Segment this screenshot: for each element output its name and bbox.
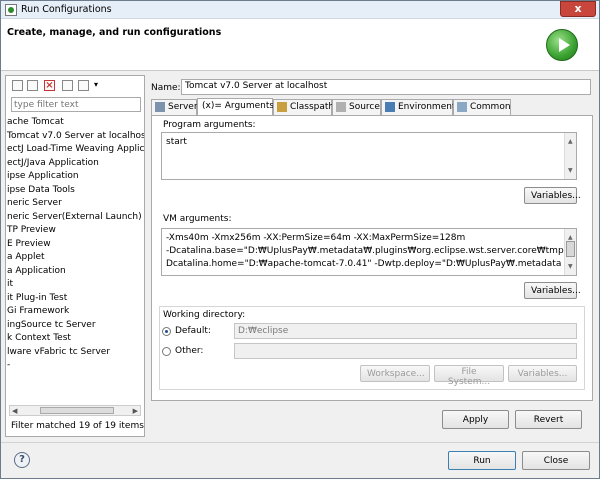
- tree-item[interactable]: ectJ/Java Application: [6, 157, 144, 171]
- file-system-button[interactable]: File System...: [434, 365, 504, 387]
- run-icon: [546, 29, 578, 61]
- run-configurations-window: Run Configurations x Create, manage, and…: [0, 0, 600, 479]
- delete-config-icon[interactable]: ×: [44, 80, 55, 91]
- tree-item[interactable]: ingSource tc Server: [6, 319, 144, 333]
- tab-environment[interactable]: Environment: [381, 99, 455, 115]
- other-directory-field[interactable]: [234, 343, 577, 359]
- tree-item[interactable]: neric Server: [6, 197, 144, 211]
- tree-item[interactable]: k Context Test: [6, 332, 144, 346]
- other-label: Other:: [175, 346, 204, 356]
- variables-dir-button[interactable]: Variables...: [508, 365, 577, 382]
- apply-button[interactable]: Apply: [442, 410, 509, 429]
- tab-common[interactable]: Common: [453, 99, 511, 115]
- tree-item[interactable]: Tomcat v7.0 Server at localhost: [6, 129, 144, 143]
- tree-item[interactable]: ache Tomcat: [6, 116, 144, 130]
- run-button[interactable]: Run: [448, 451, 516, 470]
- other-radio[interactable]: [162, 347, 171, 356]
- vm-args-variables-button[interactable]: Variables...: [524, 282, 581, 299]
- footer-separator: [1, 442, 599, 443]
- server-icon: [155, 102, 165, 112]
- scroll-thumb[interactable]: [566, 241, 575, 257]
- workspace-button[interactable]: Workspace...: [360, 365, 430, 382]
- tree-item[interactable]: a Application: [6, 265, 144, 279]
- revert-button[interactable]: Revert: [515, 410, 582, 429]
- tab-server[interactable]: Server: [151, 99, 198, 115]
- dialog-header: Create, manage, and run configurations: [1, 19, 599, 71]
- tree-item[interactable]: Gi Framework: [6, 305, 144, 319]
- collapse-all-icon[interactable]: [62, 80, 73, 91]
- filter-status: Filter matched 19 of 19 items: [11, 421, 144, 431]
- vm-arguments-textarea[interactable]: -Xms40m -Xmx256m -XX:PermSize=64m -XX:Ma…: [161, 228, 577, 276]
- tree-item[interactable]: -: [6, 359, 144, 373]
- tree-item[interactable]: E Preview: [6, 238, 144, 252]
- eclipse-app-icon: [5, 4, 17, 16]
- tree-item[interactable]: ectJ Load-Time Weaving Applic: [6, 143, 144, 157]
- vm-args-scrollbar[interactable]: ▲ ▼: [564, 229, 576, 275]
- default-radio[interactable]: [162, 327, 171, 336]
- scroll-up-icon[interactable]: ▲: [568, 135, 573, 148]
- scroll-right-icon[interactable]: ▶: [133, 407, 138, 415]
- duplicate-config-icon[interactable]: [27, 80, 38, 91]
- default-label: Default:: [175, 326, 211, 336]
- new-config-icon[interactable]: [12, 80, 23, 91]
- environment-icon: [385, 102, 395, 112]
- scroll-thumb[interactable]: [40, 407, 114, 414]
- tab-classpath[interactable]: Classpath: [273, 99, 334, 115]
- program-arguments-textarea[interactable]: start ▲ ▼: [161, 132, 577, 180]
- title-bar: Run Configurations x: [1, 1, 599, 19]
- vm-arguments-label: VM arguments:: [163, 214, 232, 224]
- name-field[interactable]: Tomcat v7.0 Server at localhost: [181, 79, 591, 95]
- tree-item[interactable]: a Applet: [6, 251, 144, 265]
- common-icon: [457, 102, 467, 112]
- program-args-scrollbar[interactable]: ▲ ▼: [564, 133, 576, 179]
- filter-config-icon[interactable]: [78, 80, 89, 91]
- program-arguments-label: Program arguments:: [163, 120, 256, 130]
- scroll-down-icon[interactable]: ▼: [568, 260, 573, 273]
- close-button[interactable]: Close: [522, 451, 590, 470]
- program-args-variables-button[interactable]: Variables...: [524, 187, 581, 204]
- header-title: Create, manage, and run configurations: [7, 27, 222, 38]
- tree-item[interactable]: it Plug-in Test: [6, 292, 144, 306]
- tab-arguments[interactable]: (x)= Arguments: [197, 98, 274, 115]
- window-close-button[interactable]: x: [560, 1, 596, 17]
- tab-source[interactable]: Source: [332, 99, 381, 115]
- scroll-left-icon[interactable]: ◀: [12, 407, 17, 415]
- tree-item[interactable]: TP Preview: [6, 224, 144, 238]
- configuration-list-panel: × ▾ ache TomcatTomcat v7.0 Server at loc…: [5, 75, 145, 437]
- tree-item[interactable]: lware vFabric tc Server: [6, 346, 144, 360]
- tree-horizontal-scrollbar[interactable]: ◀ ▶: [9, 405, 141, 416]
- filter-input[interactable]: [11, 97, 141, 112]
- source-icon: [336, 102, 346, 112]
- tree-item[interactable]: neric Server(External Launch): [6, 211, 144, 225]
- name-label: Name:: [151, 83, 181, 93]
- view-menu-icon[interactable]: ▾: [94, 80, 98, 89]
- tree-item[interactable]: ipse Application: [6, 170, 144, 184]
- classpath-icon: [277, 102, 287, 112]
- tree-item[interactable]: it: [6, 278, 144, 292]
- configuration-tree[interactable]: ache Tomcat Tomcat v7.0 Server at localho…: [6, 116, 144, 401]
- scroll-down-icon[interactable]: ▼: [568, 164, 573, 177]
- help-icon[interactable]: ?: [14, 452, 30, 468]
- window-title: Run Configurations: [21, 4, 112, 15]
- tree-item[interactable]: ipse Data Tools: [6, 184, 144, 198]
- default-directory-field: D:₩eclipse: [234, 323, 577, 339]
